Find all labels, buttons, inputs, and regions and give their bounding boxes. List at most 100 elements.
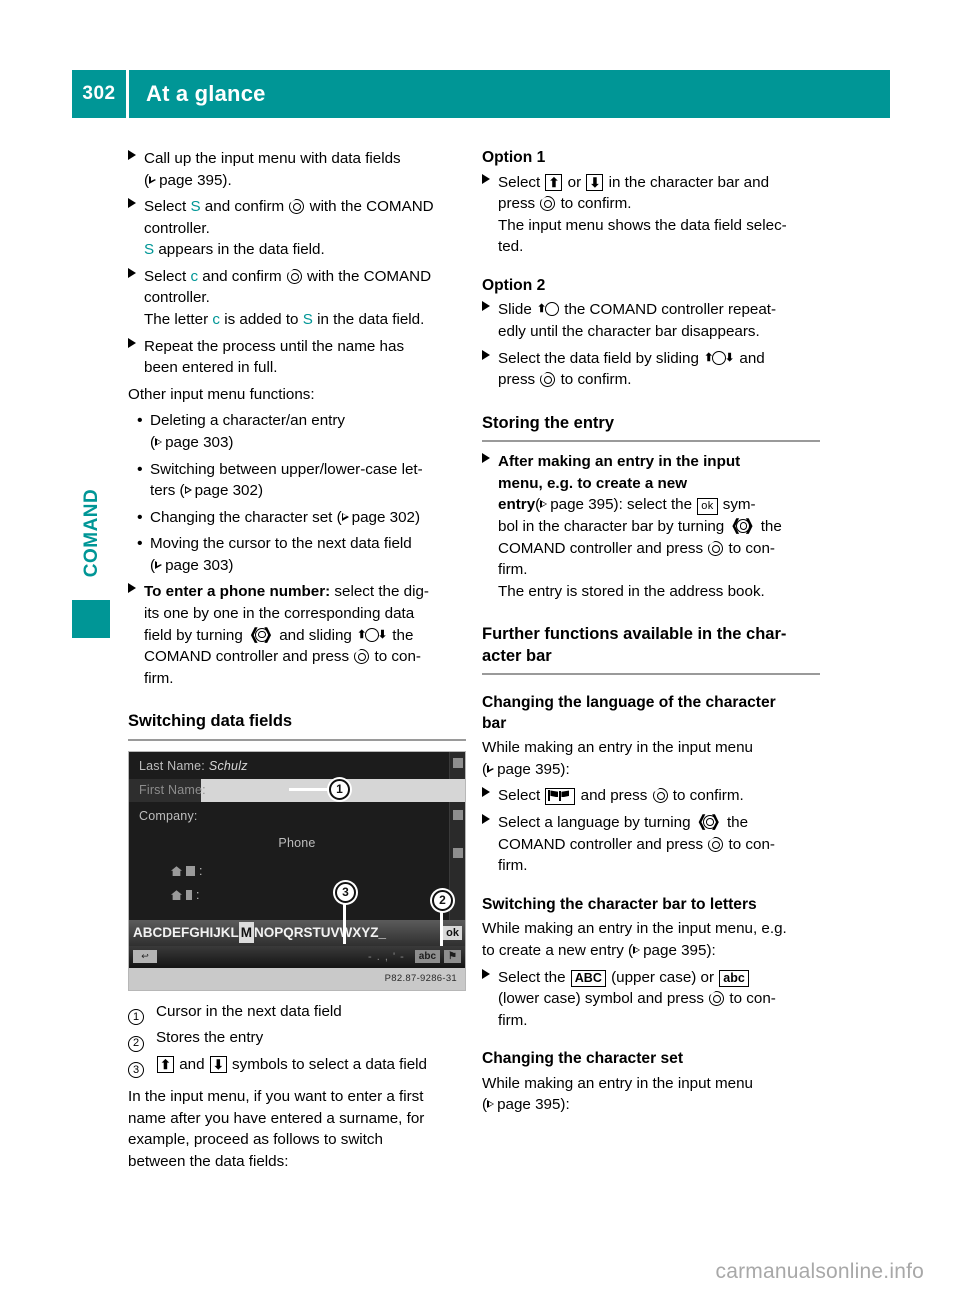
charbar-ok-button[interactable]: ok [443, 925, 462, 940]
bullet-text: Moving the cursor to the next data field [150, 535, 412, 553]
turn-controller-icon: ❬ ❭ [248, 625, 274, 643]
lang-step1-pre: Select [498, 787, 545, 805]
step-text-c: with the COMAND [305, 198, 434, 216]
opt2-s2-pre: Select the data field by sliding [498, 349, 704, 367]
page-ref: page 303) [165, 433, 234, 451]
mobile-icon [186, 890, 192, 901]
character-c-result: c [212, 311, 220, 329]
opt1-b: in the character bar and [604, 173, 770, 191]
press-controller-icon [289, 199, 305, 215]
phone-step-d-pre: COMAND controller and press [144, 648, 354, 666]
back-arrow-icon[interactable]: ↩ [133, 950, 157, 964]
charbar-flag-chip[interactable]: ⚑ [444, 950, 461, 964]
page-ref: page 302) [194, 482, 264, 500]
opt2-s2-post: and [735, 349, 765, 367]
closing-line-4: between the data fields: [128, 1152, 289, 1170]
storing-b1: After making an entry in the input [498, 453, 741, 471]
right-column: Option 1 Select ⬆ or ⬇ in the character … [482, 148, 820, 1121]
letters-intro: While making an entry in the input menu,… [482, 918, 820, 961]
lang-intro-ref: page 395): [497, 760, 570, 778]
figure-caption-code: P82.87-9286-31 [129, 967, 465, 990]
character-c: c [190, 267, 199, 285]
storing-b7: The entry is stored in the address book. [498, 582, 765, 600]
field-company[interactable]: Company: [129, 805, 465, 828]
step-arrow-icon [482, 172, 498, 258]
heading-option-1: Option 1 [482, 149, 546, 166]
heading-changing-character-set: Changing the character set [482, 1050, 684, 1068]
charbar-abc-chip[interactable]: abc [414, 950, 441, 964]
page-number: 302 [72, 70, 126, 118]
heading-option-2: Option 2 [482, 276, 546, 294]
storing-b2: menu, e.g. to create a new [498, 474, 688, 492]
figure-legend: 1 Cursor in the next data field 2 Stores… [128, 1001, 466, 1079]
callout-number-icon: 3 [128, 1062, 144, 1079]
step-arrow-icon [482, 967, 498, 1032]
field-last-name[interactable]: Last Name: Schulz [129, 755, 465, 778]
step-arrow-icon [482, 299, 498, 342]
section-heading-switching-data-fields: Switching data fields [128, 711, 466, 741]
field-value: Schulz [208, 759, 248, 774]
press-controller-icon [709, 991, 725, 1007]
field-phone-header: Phone [129, 832, 465, 855]
step-arrow-icon [128, 196, 144, 261]
section-heading-further-functions: Further functions available in the char-… [482, 624, 820, 676]
charset-intro-ref: page 395): [497, 1096, 570, 1114]
lang-intro-line-1: While making an entry in the input menu [482, 739, 753, 757]
storing-b4-pre: bol in the character bar by turning [498, 517, 729, 535]
comand-screenshot-figure: Last Name: Schulz First Name: Company: P… [128, 750, 466, 991]
field-phone-home[interactable]: : [129, 860, 465, 883]
page-ref-icon [487, 764, 496, 774]
bullet-switching-case: • Switching between upper/lower-case let… [128, 459, 466, 502]
step-select-language: Select a language by turning ❬ ❭ the COMA… [482, 812, 820, 877]
character-bar-secondary[interactable]: ↩ - . , ' - abc ⚑ [129, 945, 465, 968]
opt2-s1-post: the COMAND controller repeat- [560, 301, 777, 319]
callout-1: 1 [329, 778, 350, 800]
storing-b5-post: to con- [724, 539, 775, 557]
phone-step-c-post: the [388, 626, 414, 644]
callout-3: 3 [335, 881, 356, 903]
letters-line2-pre: (lower case) symbol and press [498, 990, 709, 1008]
closing-line-3: example, proceed as follows to switch [128, 1131, 383, 1149]
step-select-flag-symbol: Select and press to confirm. [482, 785, 820, 807]
step-arrow-icon [128, 148, 144, 191]
bullet-dot-icon: • [137, 535, 143, 553]
phone-step-d-post: to con- [370, 648, 421, 666]
step-text-a: Repeat the process until the name has [144, 337, 405, 355]
heading-changing-language: Changing the language of the character b… [482, 693, 820, 734]
letters-intro-line-2-pre: to create a new entry ( [482, 941, 634, 959]
bullet-text: Changing the character set ( [150, 508, 342, 526]
phone-step-b: its one by one in the corresponding data [144, 605, 415, 622]
field-phone-mobile[interactable]: : [129, 884, 465, 907]
phone-icon [186, 866, 195, 877]
ok-symbol-icon: ok [697, 498, 718, 516]
lang-intro: While making an entry in the input menu … [482, 739, 753, 778]
abc-uppercase-icon: ABC [570, 969, 606, 987]
side-chapter-tab: COMAND [72, 468, 112, 598]
field-label: Last Name: [139, 759, 205, 774]
bullet-text: Deleting a character/an entry [150, 412, 346, 430]
arrow-down-icon: ⬇ [209, 1055, 227, 1073]
press-controller-icon [708, 836, 724, 852]
lang-step2-c: firm. [498, 857, 528, 875]
further-heading-line-2: acter bar [482, 646, 552, 665]
page-ref-icon [633, 945, 642, 955]
opt1-e: ted. [498, 238, 524, 256]
callout-number-icon: 2 [128, 1035, 144, 1052]
character-bar[interactable]: ABCDEFGHIJKL M NOPQRSTUVWXYZ_ ok [129, 919, 465, 946]
phone-step-e: firm. [144, 669, 174, 687]
charbar-selected-letter[interactable]: M [238, 922, 255, 944]
legend-text-mid: and [175, 1055, 209, 1073]
bullet-dot-icon: • [137, 412, 143, 430]
step-option2-select-field: Select the data field by sliding ⬆ ⬇ and … [482, 348, 820, 391]
opt1-c-pre: press [498, 195, 540, 213]
slide-controller-icon: ⬆ ⬇ [357, 627, 388, 642]
page-ref-icon [487, 1100, 496, 1109]
lang-step2-b-post: to con- [724, 835, 775, 853]
step-text-a: Select [144, 198, 191, 216]
press-controller-icon [540, 372, 556, 388]
step-text-e2: is added to [219, 311, 303, 329]
bullet-dot-icon: • [137, 460, 143, 478]
bullet-moving-cursor: • Moving the cursor to the next data fie… [128, 533, 466, 576]
step-select-c: Select c and confirm with the COMAND con… [128, 266, 466, 331]
lang-step1-mid: and press [576, 787, 652, 805]
